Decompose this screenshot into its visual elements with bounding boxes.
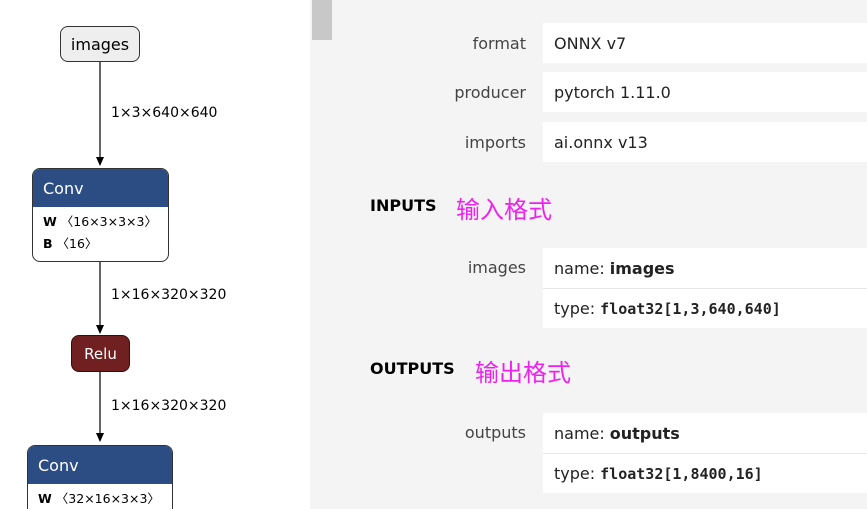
output-outputs-type-line: type: float32[1,8400,16] bbox=[543, 453, 867, 493]
input-images-box[interactable]: name: images type: float32[1,3,640,640] bbox=[543, 248, 867, 328]
outputs-annotation: 输出格式 bbox=[475, 359, 571, 387]
inputs-section-title: INPUTS bbox=[370, 196, 437, 215]
output-outputs-name-line: name: outputs bbox=[554, 423, 680, 443]
format-label: format bbox=[472, 34, 526, 53]
conv-node-2[interactable]: Conv W 〈32×16×3×3〉 bbox=[27, 445, 173, 509]
model-properties-sidebar[interactable]: format ONNX v7 producer pytorch 1.11.0 i… bbox=[310, 0, 867, 509]
imports-label: imports bbox=[464, 133, 526, 152]
conv-node-2-title: Conv bbox=[28, 446, 172, 484]
edge-label-3: 1×16×320×320 bbox=[111, 398, 227, 414]
format-value: ONNX v7 bbox=[543, 23, 867, 63]
edge-label-1: 1×3×640×640 bbox=[111, 105, 218, 121]
conv-node-2-attrs: W 〈32×16×3×3〉 bbox=[28, 484, 172, 509]
conv-node-1-attr-w: W 〈16×3×3×3〉 bbox=[43, 214, 157, 229]
outputs-section-title: OUTPUTS bbox=[370, 359, 455, 378]
relu-node[interactable]: Relu bbox=[71, 335, 130, 372]
input-images-name-line: name: images bbox=[554, 258, 675, 278]
conv-node-1[interactable]: Conv W 〈16×3×3×3〉 B 〈16〉 bbox=[32, 168, 169, 262]
output-outputs-label: outputs bbox=[464, 423, 526, 442]
conv-node-1-attr-b: B 〈16〉 bbox=[43, 236, 98, 251]
producer-value: pytorch 1.11.0 bbox=[543, 72, 867, 112]
input-images-label: images bbox=[467, 258, 526, 277]
conv-node-1-attrs: W 〈16×3×3×3〉 B 〈16〉 bbox=[33, 207, 168, 255]
input-node-images[interactable]: images bbox=[60, 26, 140, 62]
conv-node-2-attr-w: W 〈32×16×3×3〉 bbox=[38, 491, 160, 506]
graph-canvas[interactable]: images 1×3×640×640 Conv W 〈16×3×3×3〉 B 〈16… bbox=[0, 0, 310, 509]
edge-label-2: 1×16×320×320 bbox=[111, 287, 227, 303]
imports-value: ai.onnx v13 bbox=[543, 122, 867, 162]
inputs-annotation: 输入格式 bbox=[456, 196, 552, 224]
conv-node-1-title: Conv bbox=[33, 169, 168, 207]
producer-label: producer bbox=[454, 83, 526, 102]
output-outputs-box[interactable]: name: outputs type: float32[1,8400,16] bbox=[543, 413, 867, 493]
input-images-type-line: type: float32[1,3,640,640] bbox=[543, 288, 867, 328]
